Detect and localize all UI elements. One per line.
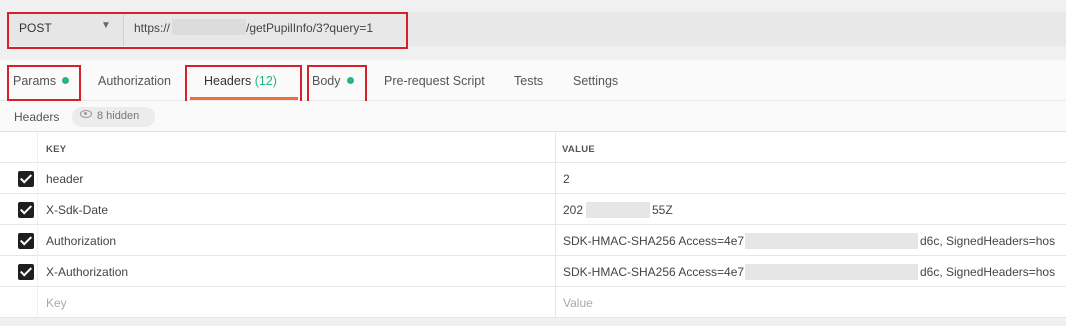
new-header-row <box>0 287 1066 318</box>
column-header-key: KEY <box>46 144 67 155</box>
row-value-end[interactable]: d6c, SignedHeaders=hos <box>920 234 1066 248</box>
tab-settings[interactable]: Settings <box>573 74 618 88</box>
row-value-start[interactable]: 202 <box>563 203 583 217</box>
row-enabled-checkbox[interactable] <box>18 264 34 280</box>
bottom-strip <box>0 318 1066 326</box>
row-value[interactable]: 2 <box>563 172 570 186</box>
row-value-end[interactable]: 55Z <box>652 203 673 217</box>
tab-authorization[interactable]: Authorization <box>98 74 171 88</box>
eye-icon <box>80 110 92 118</box>
row-key[interactable]: Authorization <box>46 234 116 248</box>
row-key[interactable]: X-Sdk-Date <box>46 203 108 217</box>
value-redacted-segment <box>745 264 918 280</box>
table-header-row <box>0 132 1066 163</box>
checkbox-column-divider <box>37 132 38 318</box>
row-enabled-checkbox[interactable] <box>18 233 34 249</box>
column-divider[interactable] <box>555 132 556 318</box>
row-key[interactable]: X-Authorization <box>46 265 128 279</box>
value-redacted-segment <box>586 202 650 218</box>
annotation-box-request <box>7 12 408 49</box>
row-key[interactable]: header <box>46 172 83 186</box>
headers-section-title: Headers <box>14 110 60 124</box>
row-value-start[interactable]: SDK-HMAC-SHA256 Access=4e7 <box>563 265 744 279</box>
tab-pre-request-script[interactable]: Pre-request Script <box>384 74 485 88</box>
headers-subbar <box>0 101 1066 132</box>
row-value-end[interactable]: d6c, SignedHeaders=hos <box>920 265 1066 279</box>
tab-tests[interactable]: Tests <box>514 74 543 88</box>
column-header-value: VALUE <box>562 144 595 155</box>
row-value-start[interactable]: SDK-HMAC-SHA256 Access=4e7 <box>563 234 744 248</box>
new-value-input[interactable]: Value <box>563 296 593 310</box>
row-enabled-checkbox[interactable] <box>18 171 34 187</box>
value-redacted-segment <box>745 233 918 249</box>
hidden-count-label: 8 hidden <box>97 110 140 122</box>
hidden-headers-toggle[interactable]: 8 hidden <box>72 107 155 127</box>
table-row <box>0 163 1066 194</box>
row-enabled-checkbox[interactable] <box>18 202 34 218</box>
annotation-box-params <box>7 65 81 101</box>
table-row <box>0 194 1066 225</box>
new-key-input[interactable]: Key <box>46 296 67 310</box>
